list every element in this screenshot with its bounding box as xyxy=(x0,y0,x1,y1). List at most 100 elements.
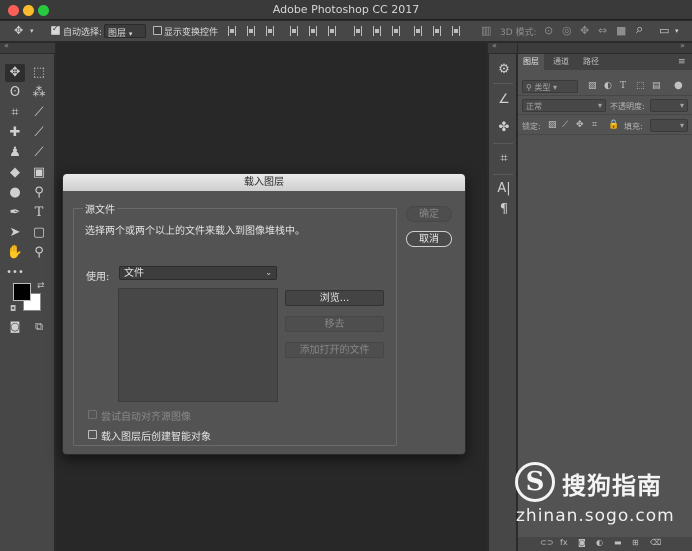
gradient-tool-icon[interactable]: ▣ xyxy=(29,164,49,182)
paragraph-icon[interactable]: ¶ xyxy=(495,202,513,217)
puzzle-icon[interactable]: ✤ xyxy=(495,120,513,135)
opacity-input[interactable]: ▾ xyxy=(650,99,688,112)
panel-menu-icon[interactable]: ≡ xyxy=(678,57,686,67)
rectangle-tool-icon[interactable]: ▢ xyxy=(29,224,49,242)
panel-collapse-bar[interactable]: » xyxy=(518,41,692,53)
ok-button[interactable]: 确定 xyxy=(406,206,452,222)
quick-mask-icon[interactable]: ◙ xyxy=(5,318,25,336)
crop-panel-icon[interactable]: ⌗ xyxy=(495,151,513,166)
drag-3d-icon[interactable]: ✥ xyxy=(580,24,589,37)
auto-align-icon[interactable]: ▥ xyxy=(481,24,491,37)
align-vcenter-icon[interactable] xyxy=(247,26,255,36)
use-select[interactable]: 文件 ⌄ xyxy=(119,266,277,280)
adjustment-layer-icon[interactable]: ◐ xyxy=(596,538,603,547)
auto-select-target-select[interactable]: 图层 ▾ xyxy=(104,24,146,39)
filter-toggle-icon[interactable]: ● xyxy=(674,80,683,91)
new-layer-icon[interactable]: ⊞ xyxy=(632,538,639,547)
filter-type-select[interactable]: ⚲ 类型 ▾ xyxy=(522,80,578,93)
tab-layers[interactable]: 图层 xyxy=(518,54,544,70)
swap-colors-icon[interactable]: ⇄ xyxy=(37,281,45,291)
lock-all-icon[interactable]: 🔒 xyxy=(608,120,619,130)
crop-tool-icon[interactable]: ⌗ xyxy=(5,104,25,122)
link-layers-icon[interactable]: ⊂⊃ xyxy=(540,538,553,547)
distribute-hcenter-icon[interactable] xyxy=(433,26,441,36)
blend-mode-select[interactable]: 正常 ▾ xyxy=(522,99,606,112)
orbit-3d-icon[interactable]: ⊙ xyxy=(544,24,553,37)
show-transform-checkbox[interactable] xyxy=(153,26,162,35)
filter-shape-icon[interactable]: ⬚ xyxy=(636,81,645,91)
align-top-icon[interactable] xyxy=(228,26,236,36)
default-colors-icon[interactable]: ◘ xyxy=(10,304,16,313)
tab-paths[interactable]: 路径 xyxy=(578,54,604,70)
search-icon[interactable]: ⌕ xyxy=(636,22,643,37)
zoom-tool-icon[interactable]: ⚲ xyxy=(29,244,49,262)
auto-align-checkbox[interactable] xyxy=(88,410,97,419)
file-list[interactable] xyxy=(118,288,278,402)
auto-select-checkbox[interactable] xyxy=(51,24,60,35)
roll-3d-icon[interactable]: ◎ xyxy=(562,24,572,37)
lasso-tool-icon[interactable]: ʘ xyxy=(5,84,25,102)
align-right-icon[interactable] xyxy=(328,26,336,36)
distribute-vcenter-icon[interactable] xyxy=(373,26,381,36)
hand-tool-icon[interactable]: ✋ xyxy=(5,244,25,262)
align-left-icon[interactable] xyxy=(290,26,298,36)
layers-bottom-bar: ⊂⊃ fx ◙ ◐ ▬ ⊞ ⌫ xyxy=(518,537,692,551)
browse-button[interactable]: 浏览... xyxy=(285,290,384,306)
brush-tool-icon[interactable]: ⟋ xyxy=(29,124,49,142)
align-bottom-icon[interactable] xyxy=(266,26,274,36)
slide-3d-icon[interactable]: ⇔ xyxy=(598,24,607,37)
delete-layer-icon[interactable]: ⌫ xyxy=(650,538,661,547)
blur-tool-icon[interactable]: ● xyxy=(5,184,25,202)
path-selection-tool-icon[interactable]: ➤ xyxy=(5,224,25,242)
watermark-url: zhinan.sogo.com xyxy=(516,506,675,526)
dodge-tool-icon[interactable]: ⚲ xyxy=(29,184,49,202)
healing-brush-tool-icon[interactable]: ✚ xyxy=(5,124,25,142)
filter-smart-icon[interactable]: ▤ xyxy=(652,81,661,91)
add-mask-icon[interactable]: ◙ xyxy=(578,538,586,547)
marquee-tool-icon[interactable]: ⬚ xyxy=(29,64,49,82)
lock-artboard-icon[interactable]: ⌗ xyxy=(592,120,597,130)
foreground-color-swatch[interactable] xyxy=(13,283,31,301)
lock-image-icon[interactable]: ⟋ xyxy=(562,120,568,130)
adjust-icon[interactable]: ∠ xyxy=(495,92,513,107)
screen-mode-icon[interactable]: ⧉ xyxy=(29,318,49,336)
fill-input[interactable]: ▾ xyxy=(650,119,688,132)
fill-label: 填充: xyxy=(624,122,643,131)
lock-transparent-icon[interactable]: ▨ xyxy=(548,120,557,130)
libraries-icon[interactable]: ⚙ xyxy=(495,62,513,77)
workspace-icon[interactable]: ▭ xyxy=(659,24,669,37)
remove-button[interactable]: 移去 xyxy=(285,316,384,332)
new-group-icon[interactable]: ▬ xyxy=(614,538,622,547)
eraser-tool-icon[interactable]: ◆ xyxy=(5,164,25,182)
eyedropper-tool-icon[interactable]: ⟋ xyxy=(29,104,49,122)
chevron-down-icon[interactable]: ▾ xyxy=(30,27,34,35)
move-tool-preset-icon[interactable]: ✥ xyxy=(14,24,23,37)
layer-style-icon[interactable]: fx xyxy=(560,538,568,547)
chevron-down-icon[interactable]: ▾ xyxy=(675,27,679,35)
type-tool-icon[interactable]: T xyxy=(29,204,49,222)
filter-pixel-icon[interactable]: ▨ xyxy=(588,81,597,91)
distribute-top-icon[interactable] xyxy=(354,26,362,36)
move-tool-icon[interactable]: ✥ xyxy=(5,64,25,82)
tab-channels[interactable]: 通道 xyxy=(548,54,574,70)
clone-stamp-tool-icon[interactable]: ♟ xyxy=(5,144,25,162)
character-icon[interactable]: A| xyxy=(495,181,513,196)
distribute-right-icon[interactable] xyxy=(452,26,460,36)
distribute-left-icon[interactable] xyxy=(414,26,422,36)
pen-tool-icon[interactable]: ✒ xyxy=(5,204,25,222)
dock-collapse-bar[interactable]: « xyxy=(488,41,517,53)
smart-object-checkbox[interactable] xyxy=(88,430,97,439)
align-hcenter-icon[interactable] xyxy=(309,26,317,36)
toolbox-collapse-bar[interactable]: « xyxy=(0,41,55,53)
distribute-bottom-icon[interactable] xyxy=(392,26,400,36)
filter-adjust-icon[interactable]: ◐ xyxy=(604,81,612,91)
lock-position-icon[interactable]: ✥ xyxy=(576,120,584,130)
add-open-files-button[interactable]: 添加打开的文件 xyxy=(285,342,384,358)
more-tools-icon[interactable]: ••• xyxy=(5,264,25,282)
history-brush-tool-icon[interactable]: ⟋ xyxy=(29,144,49,162)
app-title: Adobe Photoshop CC 2017 xyxy=(272,3,420,16)
filter-type-icon[interactable]: T xyxy=(620,81,626,91)
cancel-button[interactable]: 取消 xyxy=(406,231,452,247)
scale-3d-icon[interactable]: ■ xyxy=(616,24,626,37)
magic-wand-tool-icon[interactable]: ⁂ xyxy=(29,84,49,102)
